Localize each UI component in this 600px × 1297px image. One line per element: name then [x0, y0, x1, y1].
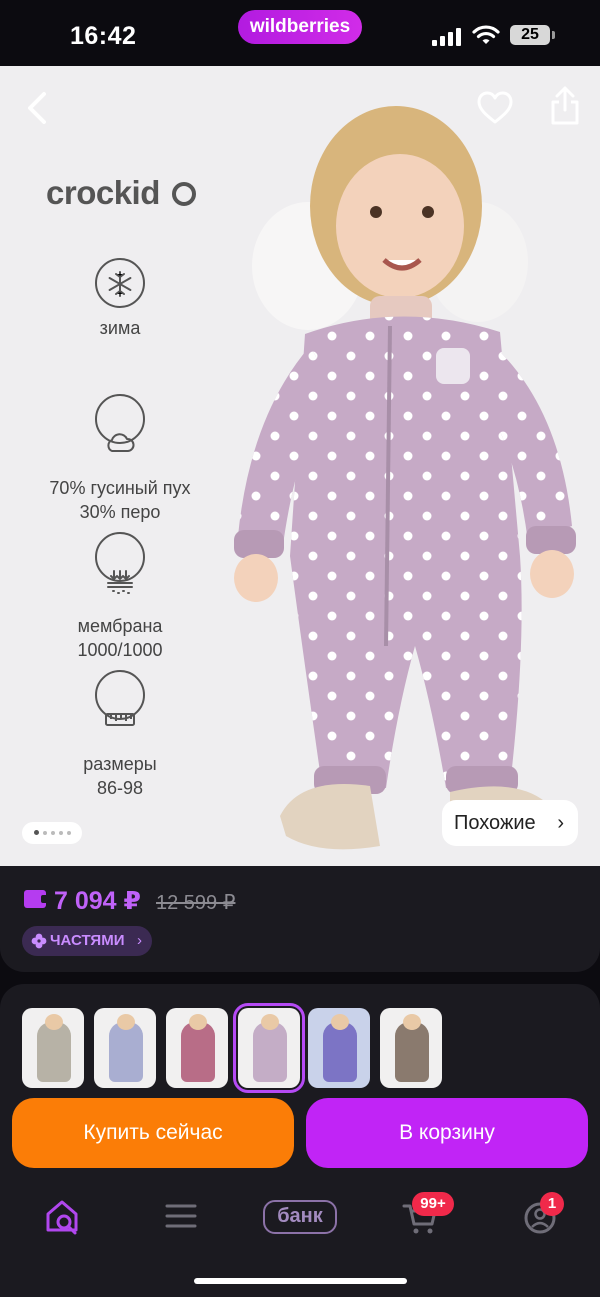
wildberries-app-pill[interactable]: wildberries — [238, 10, 362, 44]
brand-logo-mark — [172, 182, 196, 206]
variant-child-head — [45, 1014, 63, 1030]
variant-jumpsuit-swatch — [181, 1022, 215, 1082]
installments-label: ЧАСТЯМИ — [50, 932, 125, 949]
variant-thumbnail[interactable] — [166, 1008, 228, 1088]
similar-products-button[interactable]: Похожие › — [442, 800, 578, 846]
wallet-icon — [24, 890, 49, 908]
variant-thumbnail[interactable] — [308, 1008, 370, 1088]
feature-sizes-text: размеры 86-98 — [83, 754, 157, 798]
cart-badge: 99+ — [412, 1192, 454, 1216]
similar-products-label: Похожие — [454, 812, 536, 834]
variant-thumbnail[interactable] — [380, 1008, 442, 1088]
variant-jumpsuit-swatch — [37, 1022, 71, 1082]
product-photo-child-jumpsuit — [234, 106, 576, 850]
current-price: 7 094 ₽ — [54, 887, 141, 915]
variant-jumpsuit-swatch — [323, 1022, 357, 1082]
brand-logo: crockid — [46, 174, 160, 211]
home-indicator — [194, 1278, 407, 1284]
ruler-icon — [95, 670, 145, 726]
tab-home-search-icon[interactable] — [44, 1194, 80, 1238]
tab-cart[interactable]: 99+ — [402, 1192, 454, 1238]
feature-sizes: размеры 86-98 — [20, 646, 220, 800]
chevron-right-icon: › — [137, 932, 142, 949]
bottom-panel: Купить сейчас В корзину банк 99+ 1 — [0, 984, 600, 1297]
back-arrow-icon[interactable] — [22, 90, 52, 126]
tab-profile[interactable]: 1 — [522, 1192, 564, 1238]
signal-icon — [432, 28, 462, 46]
membrane-icon — [95, 532, 145, 594]
variant-jumpsuit-swatch — [395, 1022, 429, 1082]
variant-child-head — [117, 1014, 135, 1030]
status-bar: 16:42 wildberries 25 — [0, 0, 600, 66]
add-to-cart-button[interactable]: В корзину — [306, 1098, 588, 1168]
installments-button[interactable]: ЧАСТЯМИ › — [22, 926, 152, 956]
cloud-icon — [95, 394, 145, 452]
variant-child-head — [189, 1014, 207, 1030]
variant-child-head — [331, 1014, 349, 1030]
variant-thumbnail[interactable] — [233, 1003, 305, 1093]
profile-badge: 1 — [540, 1192, 564, 1216]
variant-child-head — [403, 1014, 421, 1030]
snowflake-icon — [95, 258, 145, 308]
variant-child-head — [261, 1014, 279, 1030]
feature-season: зима — [20, 258, 220, 340]
gallery-pagination — [22, 822, 82, 844]
variant-jumpsuit-swatch — [253, 1022, 287, 1082]
tab-bank[interactable]: банк — [263, 1200, 337, 1234]
variant-thumbnail[interactable] — [94, 1008, 156, 1088]
feature-membrane: мембрана 1000/1000 — [20, 508, 220, 662]
feature-season-text: зима — [99, 318, 141, 338]
battery-icon: 25 — [510, 25, 555, 45]
price-card: 7 094 ₽ 12 599 ₽ ЧАСТЯМИ › — [0, 866, 600, 972]
variant-thumbnail[interactable] — [22, 1008, 84, 1088]
product-image-gallery[interactable]: crockid зима 70% гусиный пух 30% перо ме… — [0, 66, 600, 866]
buy-now-button[interactable]: Купить сейчас — [12, 1098, 294, 1168]
chevron-right-icon: › — [557, 812, 564, 834]
tab-catalog-menu-icon[interactable] — [164, 1194, 198, 1238]
wifi-icon — [472, 25, 500, 44]
status-time: 16:42 — [70, 22, 137, 50]
feature-filling: 70% гусиный пух 30% перо — [20, 370, 220, 524]
clover-icon — [31, 933, 47, 949]
variant-jumpsuit-swatch — [109, 1022, 143, 1082]
old-price: 12 599 ₽ — [156, 892, 236, 914]
